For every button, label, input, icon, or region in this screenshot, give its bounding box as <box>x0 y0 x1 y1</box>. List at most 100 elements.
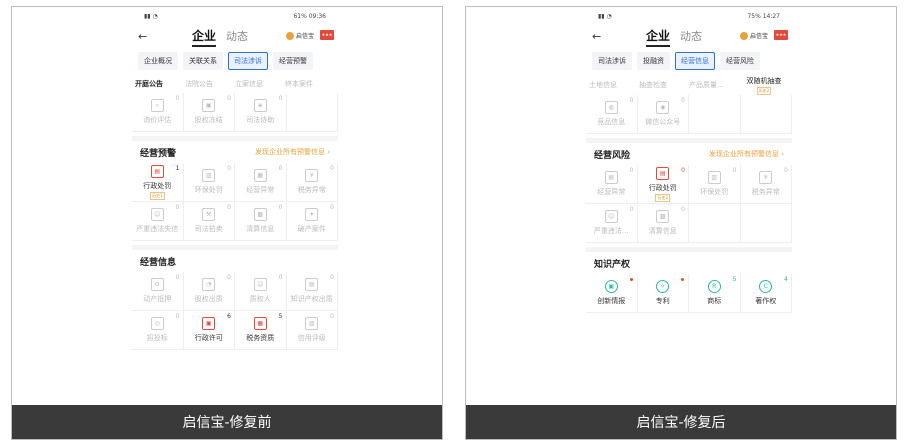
business-grid: 0 ◍ 竞品信息 0 ◉ 微信公众号 <box>586 95 792 134</box>
grid-item[interactable]: 0 ▥ 信用评级 <box>286 311 338 350</box>
chip[interactable]: 司法涉诉 <box>592 52 632 70</box>
tab-enterprise[interactable]: 企业 <box>192 27 217 47</box>
status-bar: ▮▮ ◔ 61% 09:36 <box>132 7 338 25</box>
grid-item[interactable]: 0 ◈ 司法协助 <box>235 93 287 132</box>
business-grid: 0 ⚙ 动产抵押 0 ◔ 股权出质 0 ☺ 质权人 0 ▤ 知识产权出质 0 ◎ 招投标 6 ▣ 行政许… <box>132 272 338 350</box>
history-tag: 历史2 <box>756 86 772 95</box>
grid-item[interactable]: 0 ⌕ 询价评估 <box>132 93 184 132</box>
chip-active[interactable]: 经营信息 <box>675 52 715 70</box>
section-link[interactable]: 发现企业所有预警信息 › <box>255 147 330 157</box>
chip[interactable]: 企业概况 <box>138 52 178 70</box>
doc-icon: ▦ <box>253 169 267 182</box>
rating-icon: ▥ <box>305 317 319 330</box>
text-row-item[interactable]: 立案信息 <box>235 79 285 89</box>
chip[interactable]: 经营风险 <box>720 52 760 70</box>
tab-enterprise[interactable]: 企业 <box>646 27 671 47</box>
vip-badge-icon[interactable]: ★★★ <box>774 30 788 40</box>
history-tag: 历史2 <box>655 193 671 202</box>
status-time: 75% 14:27 <box>747 12 780 20</box>
grid-item[interactable]: 0 ✦ 破产案件 <box>286 202 338 241</box>
grid-item[interactable]: 5 R 商标 <box>689 274 741 313</box>
status-time: 61% 09:36 <box>293 12 326 20</box>
compete-icon: ◍ <box>604 101 618 114</box>
grid-item[interactable]: 0 ◔ 股权出质 <box>183 272 235 311</box>
grid-item[interactable]: 0 ⚙ 动产抵押 <box>132 272 184 311</box>
grid-item[interactable]: 0 ☺ 严重违法失信 <box>132 202 184 241</box>
grid-item-empty <box>740 95 792 134</box>
warning-grid: 1 ▤ 行政处罚 历史1 0 ▥ 环保处罚 0 ▦ 经营异常 0 ¥ 税务异常 0 ☺ 严重违法失信 … <box>132 163 338 241</box>
chart-icon: ▤ <box>604 171 618 184</box>
category-chips: 司法涉诉 投融资 经营信息 经营风险 <box>586 47 792 75</box>
grid-item[interactable]: 0 ¥ 税务异常 <box>286 163 338 202</box>
text-row: 开庭公告 法院公告 立案信息 终本案件 <box>132 75 338 93</box>
grid-item[interactable]: 0 ▣ 股权冻结 <box>183 93 235 132</box>
text-row-item[interactable]: 土地信息 <box>589 80 639 90</box>
nav-bar: ← 企业 动态 启信宝 ★★★ <box>132 25 338 47</box>
nav-bar: ← 企业 动态 启信宝 ★★★ <box>586 25 792 47</box>
grid-item[interactable]: 0 ▩ 清算信息 <box>235 202 287 241</box>
grid-item[interactable]: 0 ☺ 严重违法... <box>586 204 638 243</box>
chip[interactable]: 投融资 <box>637 52 670 70</box>
chip[interactable]: 经营预警 <box>273 52 313 70</box>
brand-icon <box>739 31 748 40</box>
grid-item[interactable]: 0 ▤ 经营异常 <box>586 165 638 204</box>
section-title: 经营风险 <box>594 150 631 161</box>
grid-item-empty <box>689 95 741 134</box>
grid-item[interactable]: 1 ▤ 行政处罚 历史1 <box>132 163 184 202</box>
grid-item[interactable]: 0 ◍ 竞品信息 <box>586 95 638 134</box>
grid-item[interactable]: 0 ¥ 税务异常 <box>740 165 792 204</box>
back-arrow-icon[interactable]: ← <box>138 30 154 43</box>
judicial-grid: 0 ⌕ 询价评估 0 ▣ 股权冻结 0 ◈ 司法协助 <box>132 93 338 132</box>
vip-badge-icon[interactable]: ★★★ <box>320 30 334 40</box>
grid-item[interactable]: 0 ▥ 环保处罚 <box>689 165 741 204</box>
phone-screen-before: ▮▮ ◔ 61% 09:36 ← 企业 动态 启信宝 ★★★ 企业概况 关联关系… <box>132 7 338 439</box>
person-icon: ☺ <box>253 278 267 291</box>
section-header: 经营信息 <box>132 245 338 272</box>
tab-dynamics[interactable]: 动态 <box>226 28 248 47</box>
grid-item[interactable]: 0 ▦ 经营异常 <box>235 163 287 202</box>
text-row-item[interactable]: 抽查检查 <box>639 80 689 90</box>
grid-item[interactable]: ▣ 创新情报 <box>586 274 638 313</box>
tax-icon: ¥ <box>759 171 773 184</box>
section-title: 经营信息 <box>140 257 177 268</box>
section-title: 知识产权 <box>594 259 631 270</box>
grid-item[interactable]: 0 ▥ 环保处罚 <box>183 163 235 202</box>
grid-item[interactable]: 4 C 著作权 <box>740 274 792 313</box>
shield-icon: ◈ <box>253 99 267 112</box>
grid-item[interactable]: 0 ⚒ 司法拍卖 <box>183 202 235 241</box>
grid-item[interactable]: 0 ▤ 知识产权出质 <box>286 272 338 311</box>
after-panel: ▮▮ ◔ 75% 14:27 ← 企业 动态 启信宝 ★★★ 司法涉诉 投融资 … <box>465 6 897 440</box>
text-row-item[interactable]: 法院公告 <box>185 79 235 89</box>
caption-bar: 启信宝-修复后 <box>466 405 896 439</box>
grid-item[interactable]: 0 ◉ 微信公众号 <box>637 95 689 134</box>
grid-item[interactable]: 0 ▤ 行政处罚 历史2 <box>637 165 689 204</box>
text-row-item[interactable]: 终本案件 <box>285 79 335 89</box>
penalty-icon: ▤ <box>150 164 164 178</box>
clear-icon: ▩ <box>253 208 267 221</box>
signal-icon: ▮▮ ◔ <box>144 12 158 20</box>
grid-item[interactable]: 5 ▦ 税务资质 <box>235 311 287 350</box>
back-arrow-icon[interactable]: ← <box>592 30 608 43</box>
chip-active[interactable]: 司法涉诉 <box>228 52 268 70</box>
grid-item[interactable]: 0 ◎ 招投标 <box>132 311 184 350</box>
building-icon: ▥ <box>202 169 216 182</box>
grid-item[interactable]: ✧ 专利 <box>637 274 689 313</box>
tab-dynamics[interactable]: 动态 <box>680 28 702 47</box>
section-link[interactable]: 发现企业所有预警信息 › <box>709 149 784 159</box>
text-row-item[interactable]: 开庭公告 <box>135 79 185 89</box>
text-row-item[interactable]: 产品质量... <box>689 80 739 90</box>
phone-screen-after: ▮▮ ◔ 75% 14:27 ← 企业 动态 启信宝 ★★★ 司法涉诉 投融资 … <box>586 7 792 439</box>
grid-item[interactable]: 0 ☺ 质权人 <box>235 272 287 311</box>
category-chips: 企业概况 关联关系 司法涉诉 经营预警 <box>132 47 338 75</box>
text-row-item[interactable]: 双随机抽查 历史2 <box>739 76 789 95</box>
grid-item[interactable]: 6 ▣ 行政许可 <box>183 311 235 350</box>
brand-logo: 启信宝 <box>285 31 314 40</box>
grid-item-empty <box>689 204 741 243</box>
pie-icon: ◔ <box>202 278 216 291</box>
caption: 启信宝-修复前 <box>182 415 272 431</box>
doc-icon: ▤ <box>305 278 319 291</box>
tax-icon: ¥ <box>305 169 319 182</box>
chip[interactable]: 关联关系 <box>183 52 223 70</box>
broken-icon: ✦ <box>305 208 319 221</box>
grid-item[interactable]: 0 ▩ 清算信息 <box>637 204 689 243</box>
